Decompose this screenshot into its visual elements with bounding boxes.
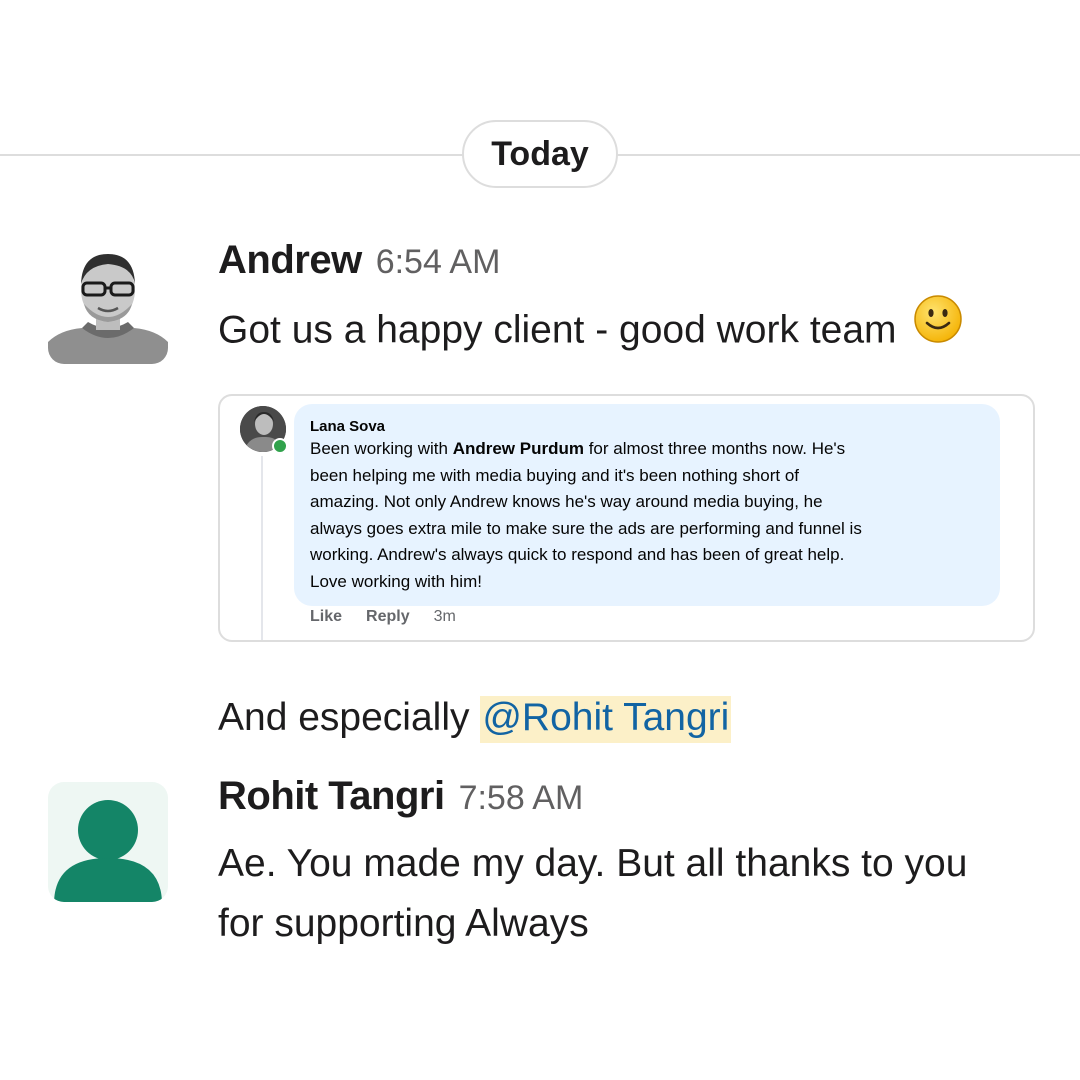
day-divider-pill[interactable]: Today bbox=[462, 120, 618, 188]
message-header-andrew: Andrew 6:54 AM bbox=[218, 238, 500, 283]
rohit-avatar[interactable] bbox=[48, 782, 168, 902]
commenter-name[interactable]: Lana Sova bbox=[310, 418, 982, 436]
message-timestamp[interactable]: 7:58 AM bbox=[459, 779, 584, 818]
person-photo-icon bbox=[48, 244, 168, 364]
comment-text: Been working with bbox=[310, 439, 453, 458]
author-name[interactable]: Andrew bbox=[218, 238, 362, 283]
slightly-smiling-face-icon[interactable] bbox=[913, 294, 963, 362]
message-line: for supporting Always bbox=[218, 902, 589, 945]
tagged-name[interactable]: Andrew Purdum bbox=[453, 439, 584, 458]
comment-line: working. Andrew's always quick to respon… bbox=[310, 545, 845, 564]
comment-bubble: Lana Sova Been working with Andrew Purdu… bbox=[294, 404, 1000, 606]
author-name[interactable]: Rohit Tangri bbox=[218, 774, 445, 819]
like-link[interactable]: Like bbox=[310, 608, 342, 626]
message-text-rohit: Ae. You made my day. But all thanks to y… bbox=[218, 834, 967, 954]
comment-line: Been working with Andrew Purdum for almo… bbox=[310, 436, 982, 463]
message-body: Got us a happy client - good work team bbox=[218, 308, 897, 352]
comment-line: Love working with him! bbox=[310, 571, 482, 591]
reply-link[interactable]: Reply bbox=[366, 608, 410, 626]
comment-thread-line bbox=[261, 456, 263, 640]
message-header-rohit: Rohit Tangri 7:58 AM bbox=[218, 774, 583, 819]
chat-canvas: Today Andrew 6:54 AM Got us a happy clie… bbox=[0, 0, 1080, 1080]
user-mention[interactable]: @Rohit Tangri bbox=[480, 696, 732, 743]
online-status-icon bbox=[272, 438, 288, 454]
comment-line: always goes extra mile to make sure the … bbox=[310, 518, 862, 538]
andrew-avatar[interactable] bbox=[48, 244, 168, 364]
message-text-followup: And especially @Rohit Tangri bbox=[218, 688, 732, 748]
comment-line: been helping me with media buying and it… bbox=[310, 465, 800, 485]
day-divider-label: Today bbox=[491, 134, 589, 173]
comment-text: for almost three months now. He's bbox=[583, 439, 846, 458]
message-timestamp[interactable]: 6:54 AM bbox=[376, 243, 501, 282]
message-text-andrew: Got us a happy client - good work team bbox=[218, 295, 963, 366]
comment-actions: Like Reply 3m bbox=[310, 608, 480, 626]
comment-line: amazing. Not only Andrew knows he's way … bbox=[310, 492, 823, 511]
embedded-image[interactable]: Lana Sova Been working with Andrew Purdu… bbox=[218, 394, 1035, 642]
default-user-icon bbox=[54, 800, 162, 902]
message-line: Ae. You made my day. But all thanks to y… bbox=[218, 842, 968, 885]
message-body: And especially bbox=[218, 696, 481, 739]
comment-age: 3m bbox=[433, 608, 456, 625]
